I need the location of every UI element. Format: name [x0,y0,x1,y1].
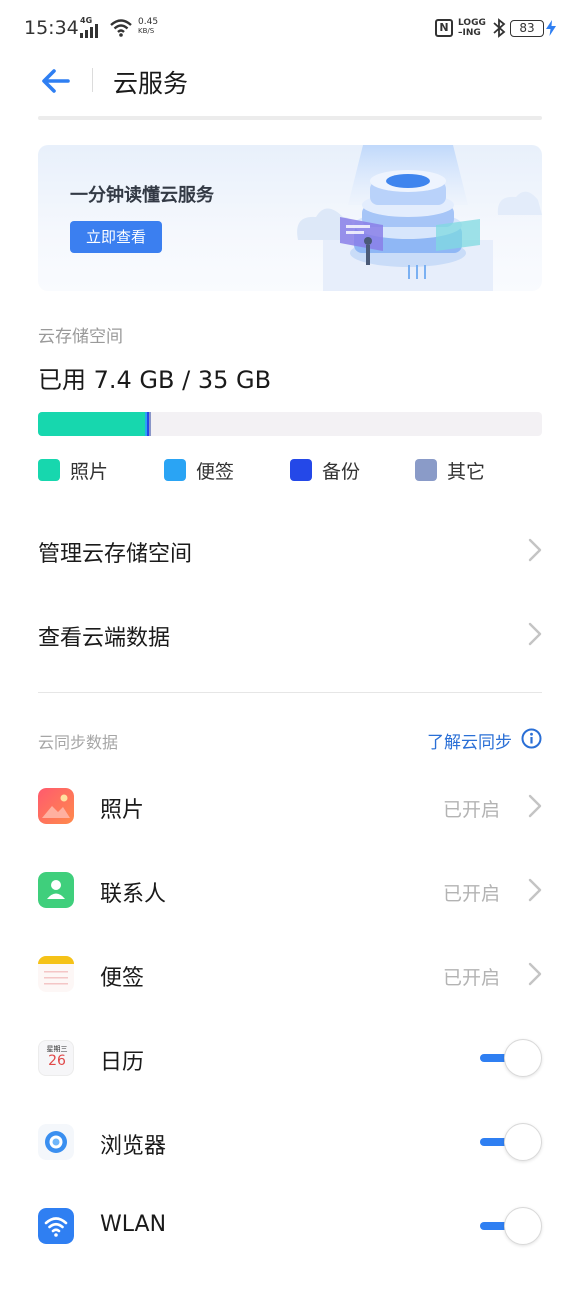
legend-label-other: 其它 [447,461,486,483]
toggle-knob [504,1039,542,1077]
browser-sync-toggle[interactable] [480,1123,542,1161]
speed-unit: KB/S [138,27,155,35]
sync-section-label: 云同步数据 [38,733,119,752]
legend-label-backup: 备份 [322,461,361,483]
storage-legend: 照片 便签 备份 其它 [38,457,542,483]
storage-used-text: 已用 7.4 GB / 35 GB [38,366,272,394]
sync-row-calendar: 星期三 26 日历 [38,1026,542,1090]
legend-swatch-backup [290,459,312,481]
storage-usage-bar [38,412,542,436]
sync-row-browser: 浏览器 [38,1110,542,1174]
calendar-sync-toggle[interactable] [480,1039,542,1077]
wlan-icon [38,1208,74,1244]
back-arrow-icon[interactable] [40,66,72,96]
banner-text: 一分钟读懂云服务 [70,185,214,206]
sync-label-browser: 浏览器 [100,1134,167,1159]
sync-status-photos: 已开启 [442,799,500,821]
network-speed: 0.45 KB/S [138,18,158,36]
sync-label-calendar: 日历 [100,1050,145,1075]
bluetooth-icon [493,18,506,38]
logging-line-2: –ING [458,28,481,38]
sync-row-contacts[interactable]: 联系人 已开启 [38,858,542,922]
calendar-day: 26 [48,1053,66,1069]
manage-storage-label: 管理云存储空间 [38,542,193,567]
toggle-knob [504,1123,542,1161]
calendar-icon: 星期三 26 [38,1040,74,1076]
photos-icon [38,788,74,824]
wifi-icon [110,19,132,37]
learn-cloud-sync-link[interactable]: 了解云同步 [427,728,512,753]
view-cloud-data-row[interactable]: 查看云端数据 [38,604,542,664]
header-divider [92,68,93,92]
speed-value: 0.45 [138,17,159,27]
manage-storage-row[interactable]: 管理云存储空间 [38,520,542,580]
sync-label-photos: 照片 [100,798,145,823]
chevron-right-icon [528,962,542,986]
chevron-right-icon [528,538,542,562]
chevron-right-icon [528,622,542,646]
sync-label-notes: 便签 [100,966,145,991]
logging-line-1: LOGG [458,18,486,28]
chevron-right-icon [528,878,542,902]
promo-banner[interactable]: 一分钟读懂云服务 立即查看 [38,145,542,291]
sync-status-contacts: 已开启 [442,883,500,905]
sync-row-notes[interactable]: 便签 已开启 [38,942,542,1006]
section-divider [38,692,542,693]
header-rule [38,116,542,120]
status-bar: 15:34 4G 0.45 KB/S N LOGG –ING 83 [0,0,580,58]
info-icon[interactable] [521,728,542,749]
storage-segment-0 [38,412,145,436]
nfc-icon: N [435,19,453,37]
charging-icon [546,20,556,36]
status-time: 15:34 [24,17,79,39]
sync-label-contacts: 联系人 [100,882,167,907]
chevron-right-icon [528,794,542,818]
view-now-button[interactable]: 立即查看 [70,221,162,253]
browser-icon [38,1124,74,1160]
page-title: 云服务 [113,69,189,98]
signal-icon [80,24,98,38]
notes-icon [38,956,74,992]
legend-swatch-notes [164,459,186,481]
sync-row-wlan: WLAN [38,1194,542,1258]
sync-status-notes: 已开启 [442,967,500,989]
storage-segment-3 [149,412,151,436]
legend-label-notes: 便签 [196,461,235,483]
contacts-icon [38,872,74,908]
sync-row-photos[interactable]: 照片 已开启 [38,774,542,838]
legend-swatch-photos [38,459,60,481]
toggle-knob [504,1207,542,1245]
battery-icon: 83 [510,20,544,37]
wlan-sync-toggle[interactable] [480,1207,542,1245]
storage-section-label: 云存储空间 [38,327,123,347]
cloud-server-illustration [297,145,542,291]
logging-indicator: LOGG –ING [458,18,486,38]
legend-label-photos: 照片 [70,461,109,483]
view-cloud-data-label: 查看云端数据 [38,626,171,651]
sync-label-wlan: WLAN [100,1212,167,1237]
legend-swatch-other [415,459,437,481]
